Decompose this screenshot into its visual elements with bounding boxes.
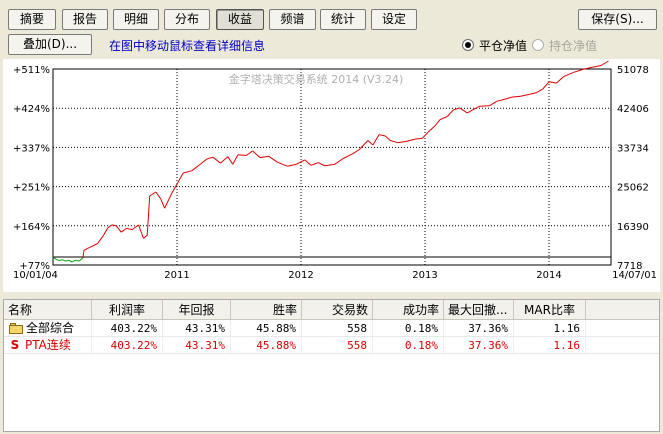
radio-flat-equity[interactable]: 平仓净值	[462, 37, 527, 53]
tab-summary[interactable]: 摘要	[8, 9, 56, 30]
column-header-profit-rate[interactable]: 利润率	[92, 300, 163, 319]
row-trades: 558	[302, 337, 373, 353]
table-header: 名称 利润率 年回报 胜率 交易数 成功率 最大回撤... MAR比率	[4, 300, 659, 320]
row-name-text: PTA连续	[25, 337, 71, 352]
x-tick-label: 2013	[412, 270, 437, 281]
column-header-empty	[586, 300, 659, 319]
column-header-success-rate[interactable]: 成功率	[373, 300, 444, 319]
row-name-cell: S PTA连续	[4, 337, 92, 353]
equity-chart[interactable]: +511% 51078 +424% 42406 +337% 33734 +251% 25062…	[3, 59, 660, 292]
row-trades: 558	[302, 320, 373, 336]
radio-checked-icon[interactable]	[462, 39, 474, 51]
y-left-tick-label: +164%	[13, 222, 50, 233]
row-mar-ratio: 1.16	[514, 320, 586, 336]
x-start-label: 10/01/04	[13, 270, 58, 281]
equity-curve-segment	[479, 105, 490, 107]
row-mar-ratio: 1.16	[514, 337, 586, 353]
column-header-win-rate[interactable]: 胜率	[231, 300, 302, 319]
tab-settings[interactable]: 设定	[371, 9, 417, 30]
row-profit-rate: 403.22%	[92, 320, 163, 336]
column-header-trades[interactable]: 交易数	[302, 300, 373, 319]
row-profit-rate: 403.22%	[92, 337, 163, 353]
row-win-rate: 45.88%	[231, 320, 302, 336]
y-right-tick-label: 16390	[617, 222, 649, 233]
save-button[interactable]: 保存(S)...	[578, 9, 657, 30]
column-header-mar-ratio[interactable]: MAR比率	[514, 300, 586, 319]
equity-curve-segment	[592, 65, 602, 68]
tab-returns[interactable]: 收益	[216, 9, 264, 30]
row-max-drawdown: 37.36%	[444, 320, 514, 336]
column-header-max-drawdown[interactable]: 最大回撤...	[444, 300, 514, 319]
radio-unchecked-icon	[532, 39, 544, 51]
tab-statistics[interactable]: 统计	[320, 9, 366, 30]
radio-open-equity-label: 持仓净值	[549, 38, 598, 53]
row-name-cell: 全部综合	[4, 320, 92, 336]
y-right-tick-label: 42406	[617, 104, 649, 115]
folder-icon	[9, 322, 23, 334]
strategy-s-icon: S	[10, 337, 20, 352]
y-right-tick-label: 51078	[617, 65, 649, 76]
row-success-rate: 0.18%	[373, 337, 444, 353]
row-name-text: 全部综合	[26, 320, 75, 335]
results-table[interactable]: 名称 利润率 年回报 胜率 交易数 成功率 最大回撤... MAR比率 全部综合…	[3, 299, 660, 432]
y-right-tick-label: 33734	[617, 143, 649, 154]
equity-chart-svg[interactable]: +511% 51078 +424% 42406 +337% 33734 +251% 25062…	[3, 59, 660, 292]
row-max-drawdown: 37.36%	[444, 337, 514, 353]
radio-open-equity: 持仓净值	[532, 37, 597, 53]
table-row[interactable]: 全部综合 403.22% 43.31% 45.88% 558 0.18% 37.…	[4, 320, 659, 337]
x-end-label: 14/07/01	[612, 270, 657, 281]
y-left-tick-label: +511%	[13, 65, 50, 76]
tab-spectrum[interactable]: 频谱	[269, 9, 316, 30]
row-empty-cell	[586, 337, 659, 353]
chart-watermark: 金字塔决策交易系统 2014 (V3.24)	[229, 72, 404, 86]
tab-distribution[interactable]: 分布	[164, 9, 210, 30]
y-left-tick-label: +424%	[13, 104, 50, 115]
row-annual-return: 43.31%	[163, 337, 231, 353]
row-success-rate: 0.18%	[373, 320, 444, 336]
y-right-tick-label: 25062	[617, 183, 649, 194]
overlay-button[interactable]: 叠加(D)...	[8, 34, 92, 55]
chart-hint-text: 在图中移动鼠标查看详细信息	[109, 39, 266, 53]
tab-detail[interactable]: 明细	[113, 9, 159, 30]
x-tick-label: 2012	[288, 270, 313, 281]
x-tick-label: 2011	[164, 270, 189, 281]
tab-report[interactable]: 报告	[62, 9, 108, 30]
equity-curve-segment	[237, 154, 247, 156]
table-row[interactable]: S PTA连续 403.22% 43.31% 45.88% 558 0.18% …	[4, 337, 659, 354]
column-header-name[interactable]: 名称	[4, 300, 92, 319]
plot-frame	[52, 68, 612, 266]
x-tick-label: 2014	[536, 270, 561, 281]
equity-curve-segment	[600, 60, 609, 66]
y-left-tick-label: +251%	[13, 183, 50, 194]
row-win-rate: 45.88%	[231, 337, 302, 353]
radio-flat-equity-label: 平仓净值	[479, 38, 528, 53]
row-empty-cell	[586, 320, 659, 336]
column-header-annual-return[interactable]: 年回报	[163, 300, 231, 319]
row-annual-return: 43.31%	[163, 320, 231, 336]
y-left-tick-label: +337%	[13, 143, 50, 154]
